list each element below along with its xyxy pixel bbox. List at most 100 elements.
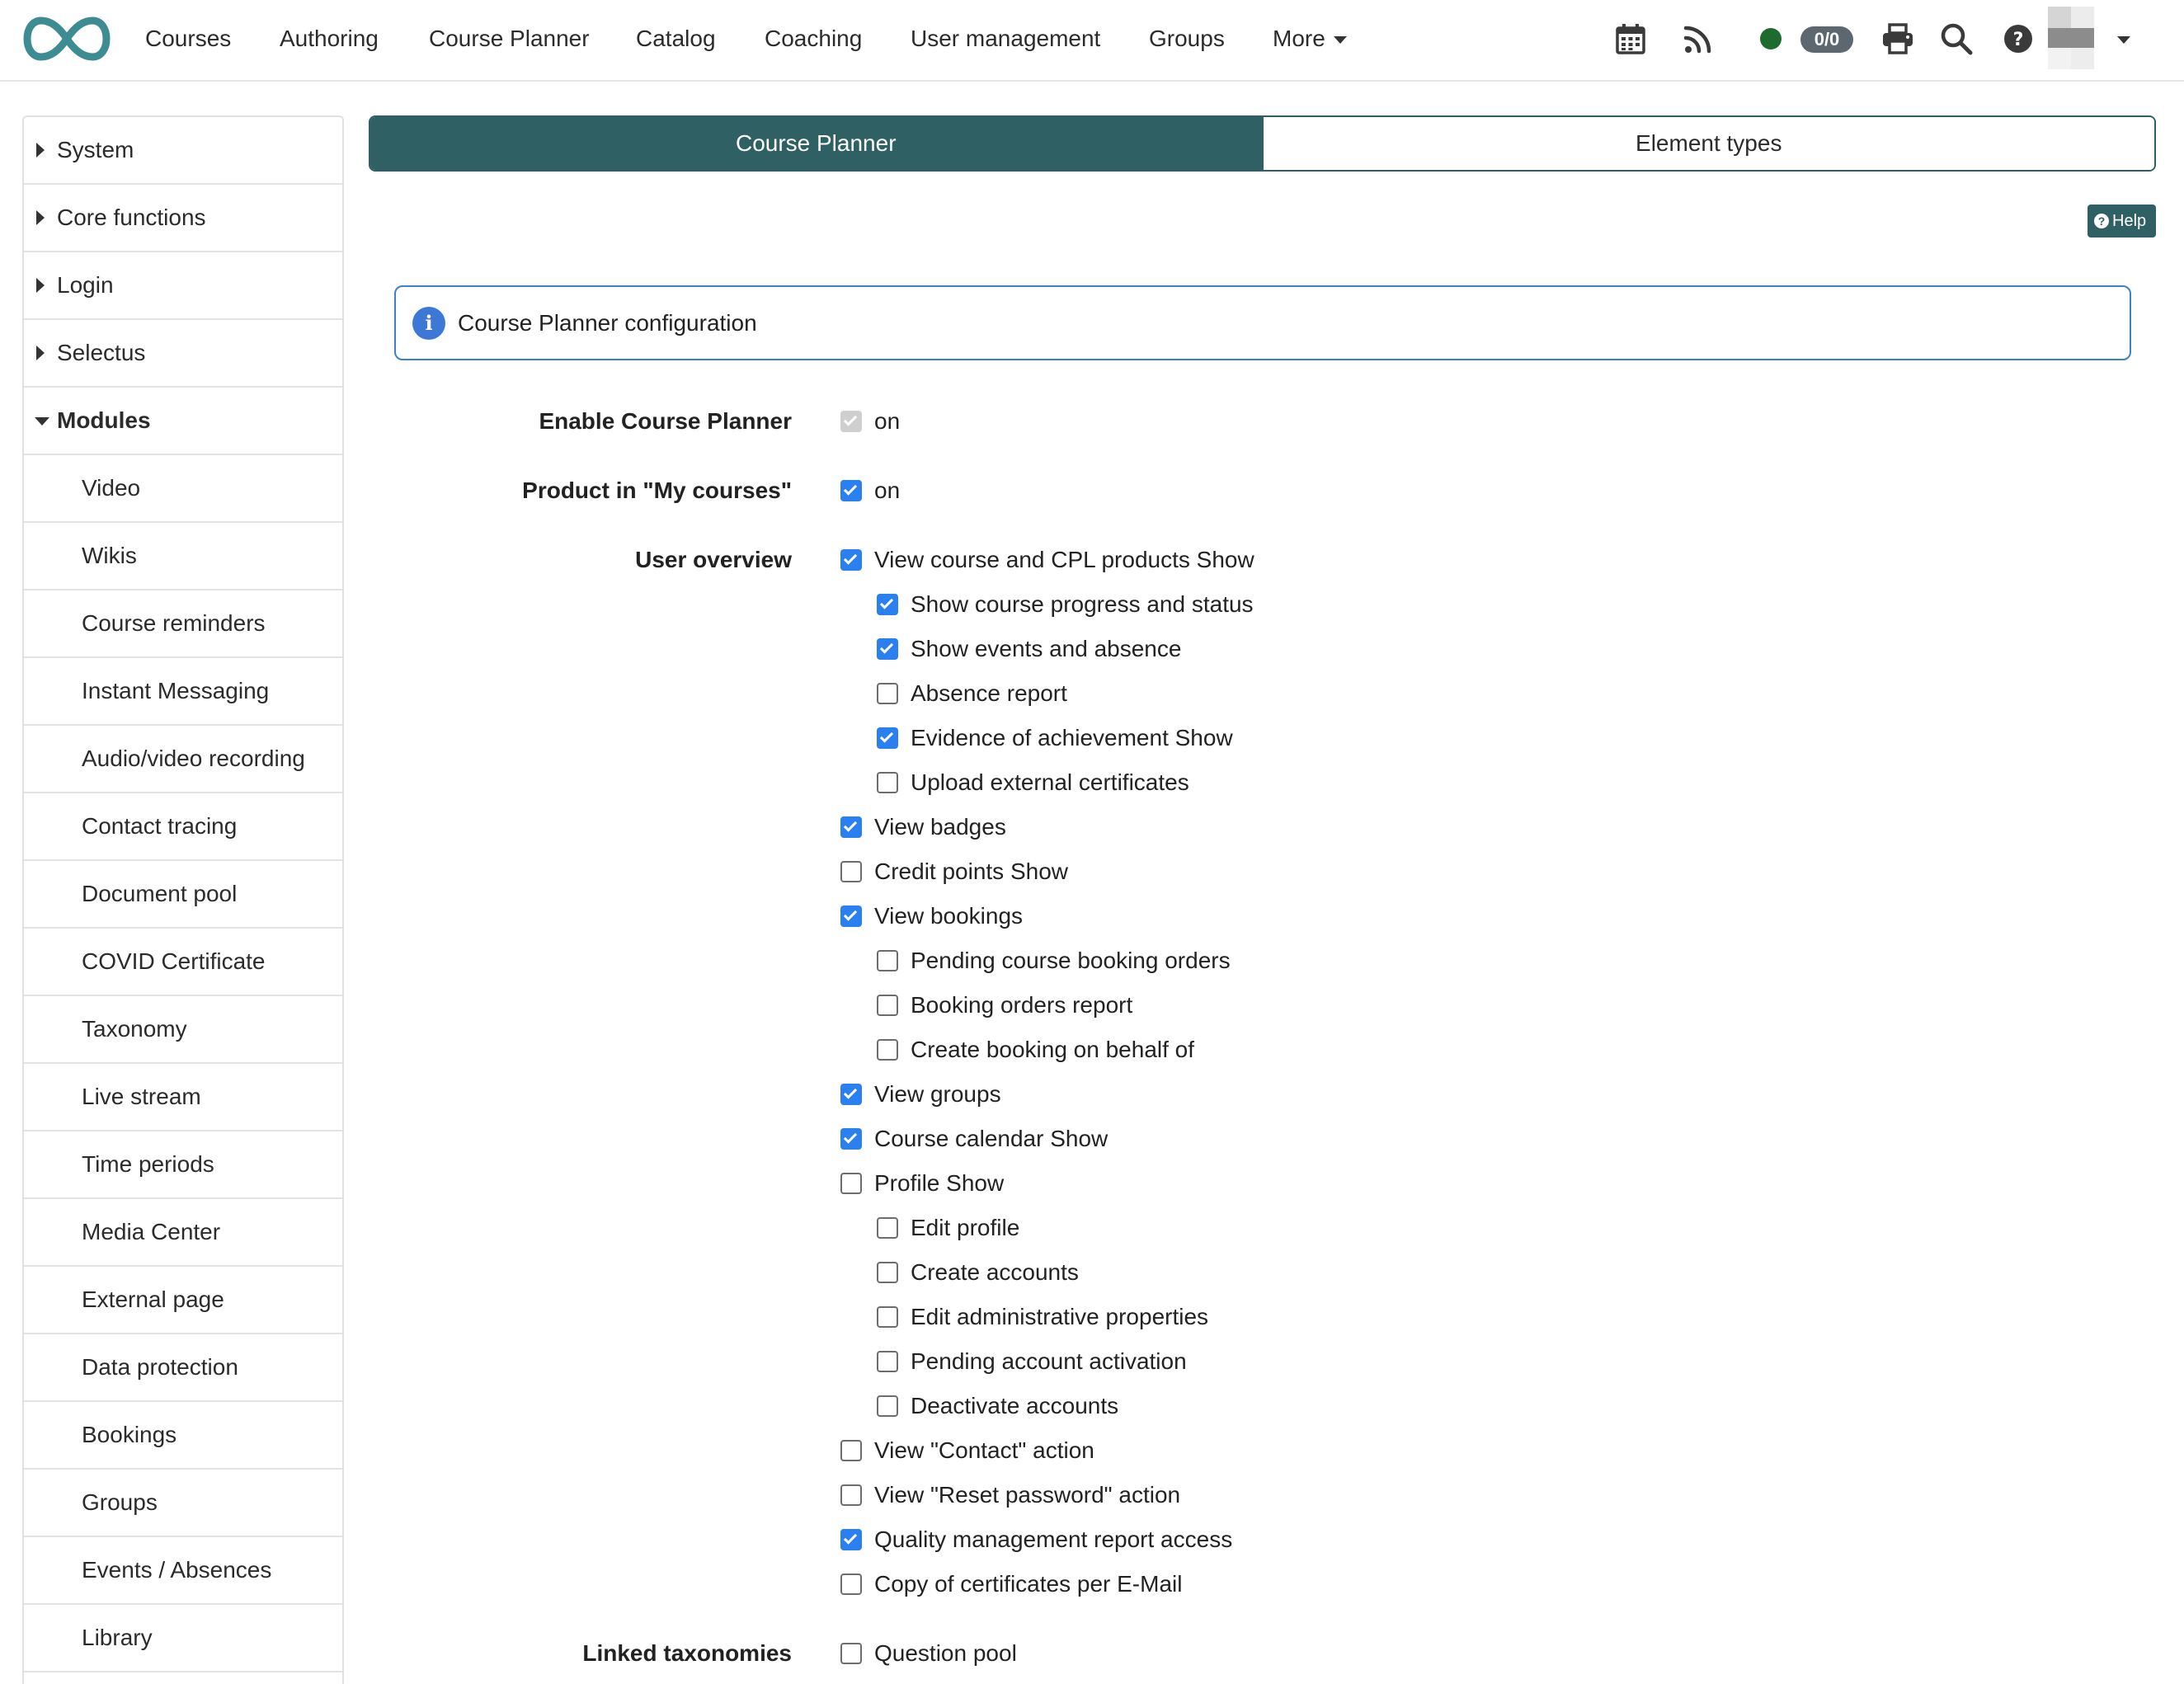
help-button[interactable]: ? Help [2088,205,2156,238]
nav-catalog[interactable]: Catalog [636,24,716,54]
tab-element-types[interactable]: Element types [1261,117,2154,170]
checkbox-label[interactable]: Quality management report access [874,1525,1232,1555]
sidebar-item-system[interactable]: System [24,117,342,185]
search-icon[interactable] [1939,21,1974,56]
nav-more-dropdown[interactable]: More [1273,24,1347,54]
sidebar-item-media-center[interactable]: Media Center [24,1199,342,1267]
checkbox-label[interactable]: Edit profile [911,1213,1019,1243]
checkbox-label[interactable]: on [874,407,900,436]
checkbox-view-reset-password-action[interactable] [840,1484,862,1506]
checkbox-label[interactable]: Deactivate accounts [911,1391,1118,1421]
sidebar-item-core-functions[interactable]: Core functions [24,185,342,252]
product-my-courses-label: Product in "My courses" [522,477,792,503]
checkbox-label[interactable]: Copy of certificates per E-Mail [874,1569,1182,1599]
checkbox-quality-management-report-access[interactable] [840,1529,862,1550]
checkbox-edit-profile[interactable] [877,1217,898,1239]
sidebar-item-library[interactable]: Library [24,1605,342,1672]
checkbox-label[interactable]: Absence report [911,679,1067,708]
sidebar-item-label: Login [57,272,114,298]
sidebar-item-course-reminders[interactable]: Course reminders [24,590,342,658]
checkbox-show-events-and-absence[interactable] [877,638,898,660]
sidebar-item-external-page[interactable]: External page [24,1267,342,1334]
nav-authoring[interactable]: Authoring [280,24,379,54]
checkbox-copy-of-certificates-per-e-mail[interactable] [840,1573,862,1595]
sidebar-item-contact-tracing[interactable]: Contact tracing [24,793,342,861]
checkbox-label[interactable]: Show events and absence [911,634,1181,664]
checkbox-upload-external-certificates[interactable] [877,772,898,793]
counter-badge[interactable]: 0/0 [1800,26,1853,53]
nav-coaching[interactable]: Coaching [765,24,862,54]
checkbox-label[interactable]: Pending course booking orders [911,946,1231,976]
checkbox-label[interactable]: View "Reset password" action [874,1480,1180,1510]
sidebar-item-events-absences[interactable]: Events / Absences [24,1537,342,1605]
checkbox-label[interactable]: Question pool [874,1639,1017,1668]
sidebar-item-time-periods[interactable]: Time periods [24,1131,342,1199]
checkbox-label[interactable]: Course calendar Show [874,1124,1108,1154]
infinity-logo-icon[interactable] [23,15,111,63]
avatar[interactable] [2048,7,2094,69]
sidebar-item-wikis[interactable]: Wikis [24,523,342,590]
checkbox-label[interactable]: Booking orders report [911,990,1132,1020]
checkbox-create-booking-on-behalf-of[interactable] [877,1039,898,1061]
checkbox-view-bookings[interactable] [840,906,862,927]
checkbox-view-contact-action[interactable] [840,1440,862,1461]
sidebar-item-live-stream[interactable]: Live stream [24,1064,342,1131]
checkbox-show-course-progress-and-status[interactable] [877,594,898,615]
help-icon[interactable]: ? [2001,21,2036,56]
sidebar-item-bookings[interactable]: Bookings [24,1402,342,1470]
checkbox-pending-account-activation[interactable] [877,1351,898,1372]
sidebar-item-covid-certificate[interactable]: COVID Certificate [24,929,342,996]
sidebar-item-login[interactable]: Login [24,252,342,320]
sidebar-item-document-pool[interactable]: Document pool [24,861,342,929]
online-status-icon[interactable] [1760,28,1782,49]
checkbox-label[interactable]: Show course progress and status [911,590,1254,619]
sidebar-item-selectus[interactable]: Selectus [24,320,342,388]
sidebar-module-list: Video Wikis Course reminders Instant Messag… [24,455,342,1672]
checkbox-pending-course-booking-orders[interactable] [877,950,898,971]
checkbox-label[interactable]: View course and CPL products Show [874,545,1254,575]
sidebar-item-groups[interactable]: Groups [24,1470,342,1537]
checkbox-profile-show[interactable] [840,1173,862,1194]
checkbox-deactivate-accounts[interactable] [877,1395,898,1417]
checkbox-label[interactable]: Create booking on behalf of [911,1035,1194,1065]
checkbox-edit-administrative-properties[interactable] [877,1306,898,1328]
checkbox-view-course-and-cpl-products-show[interactable] [840,549,862,571]
checkbox-label[interactable]: Create accounts [911,1258,1079,1287]
checkbox-booking-orders-report[interactable] [877,995,898,1016]
checkbox-label[interactable]: View badges [874,812,1006,842]
chevron-down-icon[interactable] [2117,36,2130,44]
checkbox-view-groups[interactable] [840,1084,862,1105]
checkbox-credit-points-show[interactable] [840,861,862,882]
nav-course-planner[interactable]: Course Planner [429,24,590,54]
tab-course-planner[interactable]: Course Planner [370,117,1262,170]
sidebar-item-audio-video-recording[interactable]: Audio/video recording [24,726,342,793]
checkbox-label[interactable]: Upload external certificates [911,768,1189,797]
nav-courses[interactable]: Courses [145,24,231,54]
checkbox-absence-report[interactable] [877,683,898,704]
checkbox-evidence-of-achievement-show[interactable] [877,727,898,749]
checkbox-label[interactable]: on [874,476,900,506]
checkbox-label[interactable]: Pending account activation [911,1347,1187,1376]
nav-groups[interactable]: Groups [1149,24,1225,54]
checkbox-view-badges[interactable] [840,816,862,838]
sidebar-item-taxonomy[interactable]: Taxonomy [24,996,342,1064]
sidebar-item-data-protection[interactable]: Data protection [24,1334,342,1402]
print-icon[interactable] [1880,21,1915,56]
checkbox-label[interactable]: Credit points Show [874,857,1068,887]
nav-user-management[interactable]: User management [911,24,1100,54]
checkbox-create-accounts[interactable] [877,1262,898,1283]
checkbox-label[interactable]: Profile Show [874,1169,1004,1198]
sidebar-item-instant-messaging[interactable]: Instant Messaging [24,658,342,726]
sidebar-item-modules[interactable]: Modules [24,388,342,455]
calendar-icon[interactable] [1613,21,1648,56]
checkbox-label[interactable]: View bookings [874,901,1023,931]
checkbox-label[interactable]: Edit administrative properties [911,1302,1208,1332]
checkbox-label[interactable]: View "Contact" action [874,1436,1094,1465]
rss-icon[interactable] [1681,21,1716,56]
sidebar-item-video[interactable]: Video [24,455,342,523]
checkbox-on[interactable] [840,480,862,501]
checkbox-course-calendar-show[interactable] [840,1128,862,1150]
checkbox-question-pool[interactable] [840,1643,862,1664]
checkbox-label[interactable]: Evidence of achievement Show [911,723,1233,753]
checkbox-label[interactable]: View groups [874,1080,1001,1109]
